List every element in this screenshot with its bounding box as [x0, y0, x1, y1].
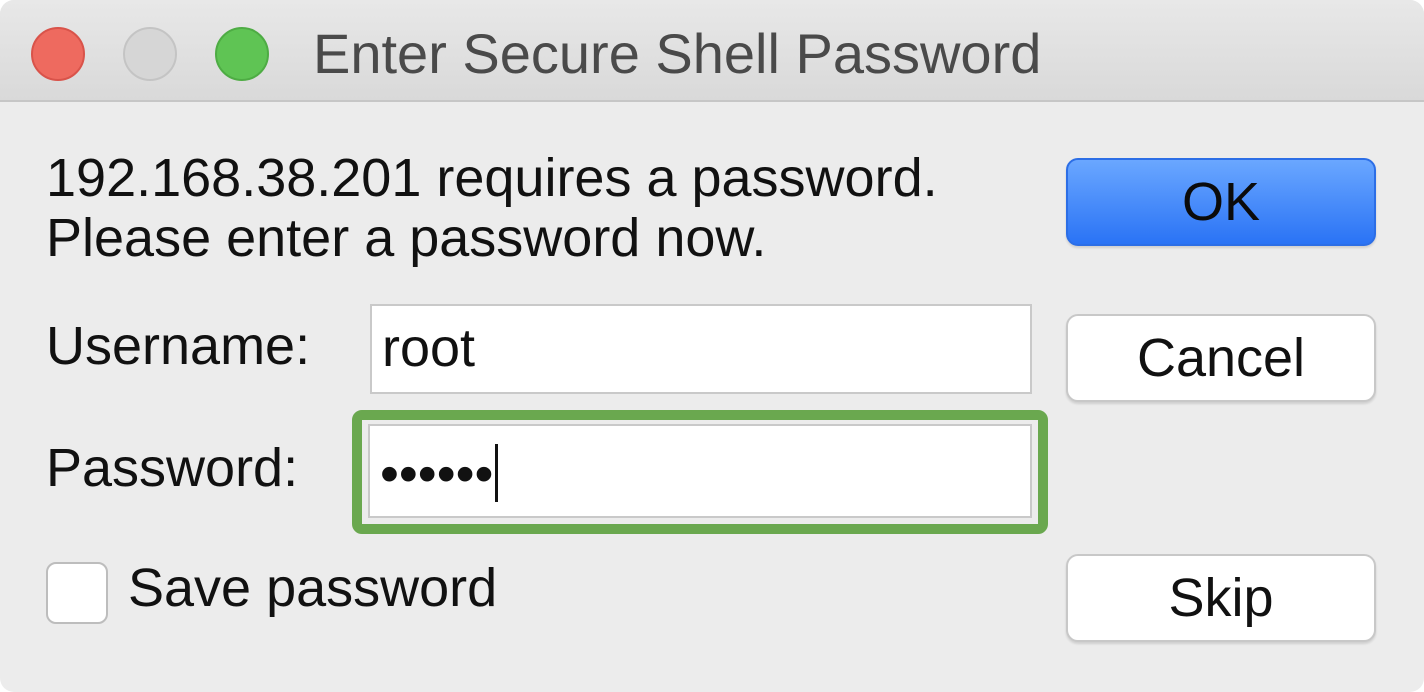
prompt-line-1: 192.168.38.201 requires a password.: [46, 148, 938, 208]
password-masked-value: ••••••: [380, 444, 494, 504]
zoom-icon[interactable]: [215, 27, 269, 81]
prompt-line-2: Please enter a password now.: [46, 208, 767, 268]
username-label: Username:: [46, 316, 311, 376]
text-caret: [495, 444, 499, 502]
ok-button[interactable]: OK: [1066, 158, 1376, 246]
password-field[interactable]: ••••••: [368, 424, 1032, 518]
username-field[interactable]: root: [370, 304, 1032, 394]
cancel-button[interactable]: Cancel: [1066, 314, 1376, 402]
save-password-label[interactable]: Save password: [128, 558, 497, 618]
password-prompt-message: 192.168.38.201 requires a password. Plea…: [46, 148, 938, 268]
close-icon[interactable]: [31, 27, 85, 81]
minimize-icon[interactable]: [123, 27, 177, 81]
password-label: Password:: [46, 438, 299, 498]
title-bar[interactable]: Enter Secure Shell Password: [0, 0, 1424, 102]
ssh-password-dialog: Enter Secure Shell Password 192.168.38.2…: [0, 0, 1424, 692]
username-value: root: [382, 318, 476, 378]
skip-button[interactable]: Skip: [1066, 554, 1376, 642]
window-title: Enter Secure Shell Password: [313, 22, 1042, 85]
save-password-checkbox[interactable]: [46, 562, 108, 624]
